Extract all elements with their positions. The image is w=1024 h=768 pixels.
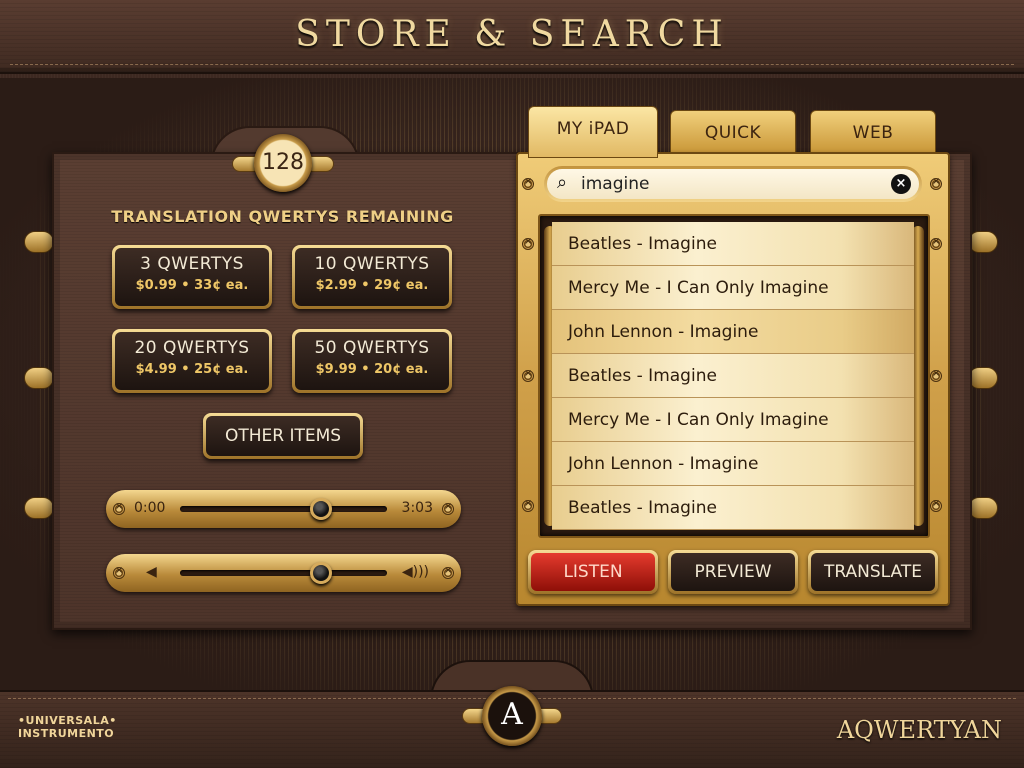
brand-left-line2: INSTRUMENTO bbox=[18, 727, 115, 740]
screw-icon bbox=[113, 565, 125, 579]
buy-10-qwertys-button[interactable]: 10 QWERTYS $2.99 • 29¢ ea. bbox=[292, 245, 452, 309]
aqwertyan-logo: AQWERTYAN bbox=[836, 716, 1002, 744]
universala-logo: •UNIVERSALA• INSTRUMENTO bbox=[18, 714, 128, 740]
pack-each: 25¢ ea. bbox=[194, 362, 249, 377]
pack-price: $9.99 bbox=[315, 362, 357, 377]
pack-price-line: $0.99 • 33¢ ea. bbox=[135, 278, 249, 293]
result-item[interactable]: Mercy Me - I Can Only Imagine bbox=[552, 398, 914, 442]
translate-button[interactable]: TRANSLATE bbox=[808, 550, 938, 594]
clear-search-icon[interactable]: × bbox=[891, 174, 911, 194]
preview-button[interactable]: PREVIEW bbox=[668, 550, 798, 594]
result-item-selected[interactable]: John Lennon - Imagine bbox=[552, 310, 914, 354]
screw-icon bbox=[113, 501, 125, 515]
pack-name: 10 QWERTYS bbox=[314, 254, 430, 274]
buy-50-qwertys-button[interactable]: 50 QWERTYS $9.99 • 20¢ ea. bbox=[292, 329, 452, 393]
screw-icon bbox=[522, 236, 534, 250]
playback-knob[interactable] bbox=[309, 498, 332, 520]
search-input[interactable] bbox=[581, 173, 871, 195]
screw-icon bbox=[442, 565, 454, 579]
title-divider bbox=[10, 64, 1014, 66]
result-item[interactable]: Beatles - Imagine bbox=[552, 222, 914, 266]
listen-label: LISTEN bbox=[531, 553, 655, 591]
pack-each: 33¢ ea. bbox=[194, 278, 249, 293]
screw-icon bbox=[522, 368, 534, 382]
screw-icon bbox=[522, 498, 534, 512]
pack-price: $0.99 bbox=[135, 278, 177, 293]
pack-price-line: $9.99 • 20¢ ea. bbox=[315, 362, 429, 377]
pack-name: 3 QWERTYS bbox=[140, 254, 244, 274]
screw-icon bbox=[930, 498, 942, 512]
tab-web[interactable]: WEB bbox=[810, 110, 936, 156]
playback-total-time: 3:03 bbox=[401, 500, 433, 516]
result-item[interactable]: Beatles - Imagine bbox=[552, 486, 914, 530]
pack-price-line: $4.99 • 25¢ ea. bbox=[135, 362, 249, 377]
result-item[interactable]: Mercy Me - I Can Only Imagine bbox=[552, 266, 914, 310]
logo-letter: A bbox=[501, 697, 523, 732]
right-bracket-bottom bbox=[968, 497, 998, 519]
translate-label: TRANSLATE bbox=[811, 553, 935, 591]
pack-each: 29¢ ea. bbox=[374, 278, 429, 293]
right-bracket-top bbox=[968, 231, 998, 253]
result-item[interactable]: John Lennon - Imagine bbox=[552, 442, 914, 486]
pack-name: 50 QWERTYS bbox=[314, 338, 430, 358]
playback-current-time: 0:00 bbox=[134, 500, 166, 516]
screw-icon bbox=[930, 236, 942, 250]
brand-left-line1: •UNIVERSALA• bbox=[18, 714, 117, 727]
page-title: STORE & SEARCH bbox=[295, 14, 729, 55]
pack-each: 20¢ ea. bbox=[374, 362, 429, 377]
playback-track[interactable] bbox=[180, 506, 387, 512]
results-list[interactable]: Beatles - Imagine Mercy Me - I Can Only … bbox=[552, 222, 914, 530]
preview-label: PREVIEW bbox=[671, 553, 795, 591]
buy-3-qwertys-button[interactable]: 3 QWERTYS $0.99 • 33¢ ea. bbox=[112, 245, 272, 309]
left-bracket-bottom bbox=[24, 497, 54, 519]
counter-value: 128 bbox=[262, 150, 304, 175]
home-logo-button[interactable]: A bbox=[462, 686, 562, 746]
tab-my-ipad[interactable]: MY iPAD bbox=[528, 106, 658, 158]
screw-icon bbox=[442, 501, 454, 515]
screw-icon bbox=[930, 176, 942, 190]
search-icon: ⌕ bbox=[557, 172, 568, 193]
volume-slider[interactable]: ◀ ◀))) bbox=[106, 554, 461, 592]
volume-track[interactable] bbox=[180, 570, 387, 576]
search-bar: ⌕ × bbox=[544, 166, 922, 202]
screw-icon bbox=[522, 176, 534, 190]
volume-knob[interactable] bbox=[309, 562, 332, 584]
left-bracket-top bbox=[24, 231, 54, 253]
right-bracket-mid bbox=[968, 367, 998, 389]
left-bracket-mid bbox=[24, 367, 54, 389]
pack-name: 20 QWERTYS bbox=[134, 338, 250, 358]
playback-slider[interactable]: 0:00 3:03 bbox=[106, 490, 461, 528]
volume-high-icon: ◀))) bbox=[401, 564, 429, 580]
title-bar: STORE & SEARCH bbox=[0, 0, 1024, 74]
volume-low-icon: ◀ bbox=[146, 564, 157, 580]
other-items-button[interactable]: OTHER ITEMS bbox=[203, 413, 363, 459]
other-items-label: OTHER ITEMS bbox=[206, 416, 360, 456]
pack-price: $4.99 bbox=[135, 362, 177, 377]
pack-price: $2.99 bbox=[315, 278, 357, 293]
tab-quick[interactable]: QUICK bbox=[670, 110, 796, 156]
qwertys-remaining-label: TRANSLATION QWERTYS REMAINING bbox=[111, 207, 454, 226]
screw-icon bbox=[930, 368, 942, 382]
qwerty-counter: 128 bbox=[232, 134, 334, 194]
listen-button[interactable]: LISTEN bbox=[528, 550, 658, 594]
pack-price-line: $2.99 • 29¢ ea. bbox=[315, 278, 429, 293]
buy-20-qwertys-button[interactable]: 20 QWERTYS $4.99 • 25¢ ea. bbox=[112, 329, 272, 393]
result-item[interactable]: Beatles - Imagine bbox=[552, 354, 914, 398]
